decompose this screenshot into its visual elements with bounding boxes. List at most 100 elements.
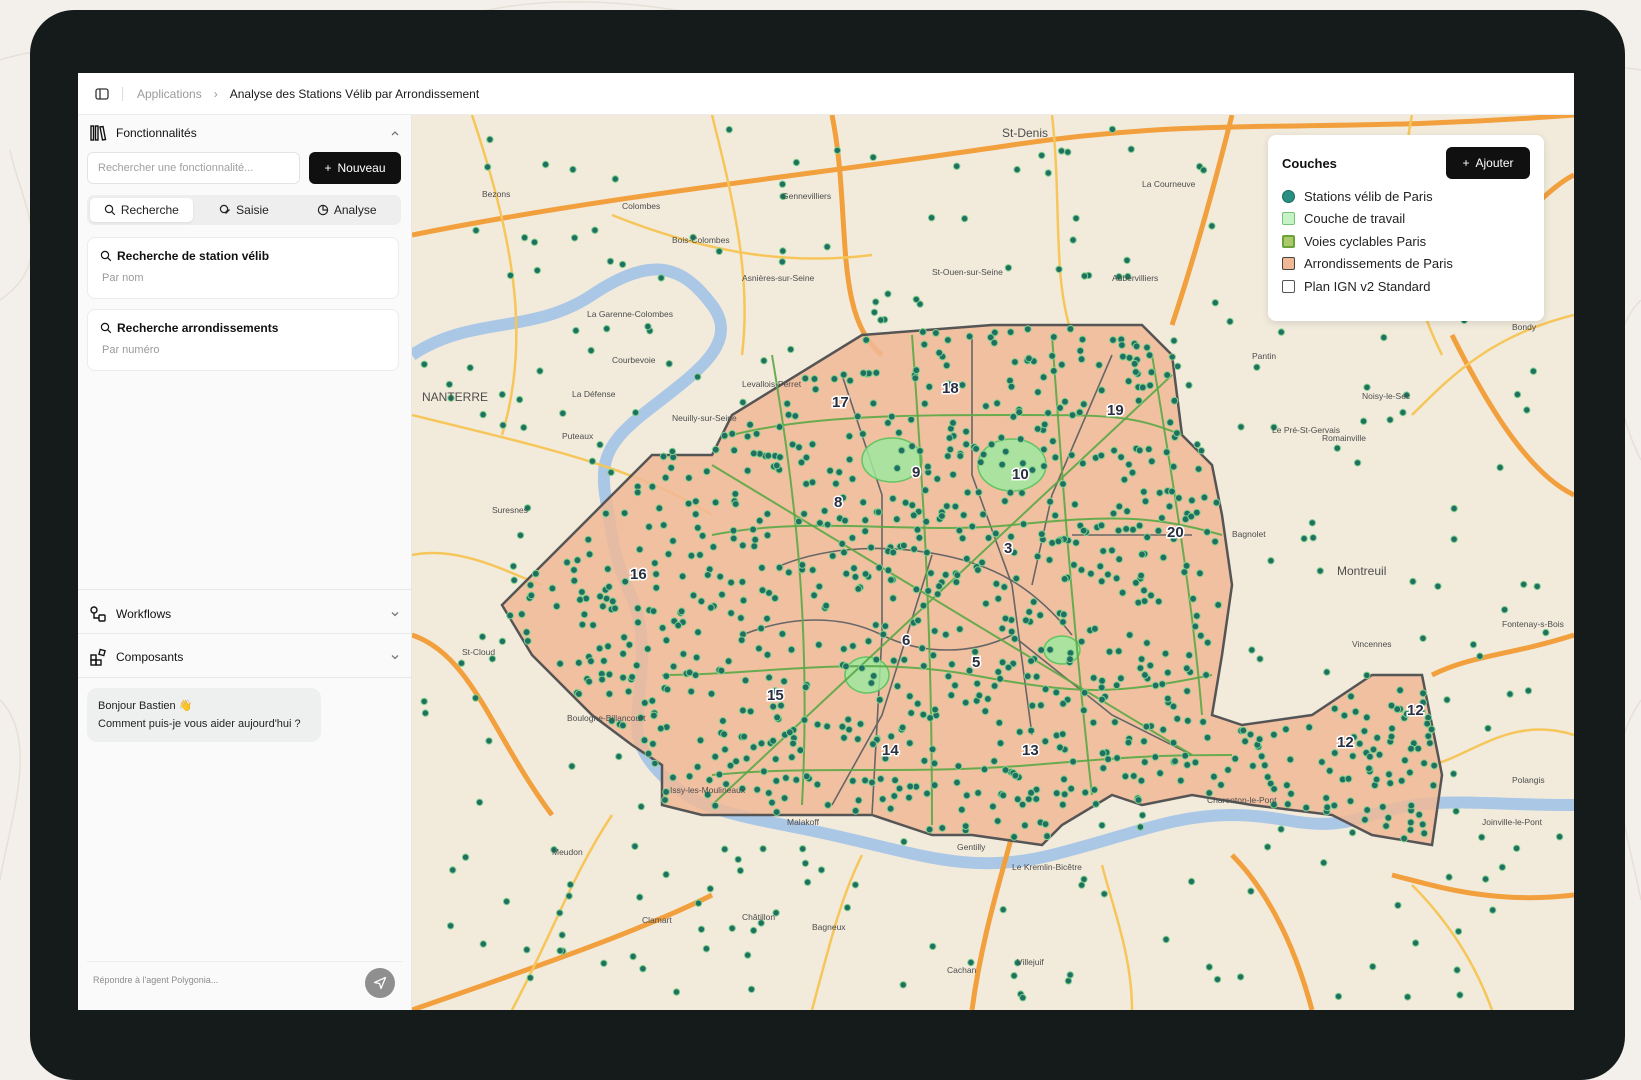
velib-station-marker[interactable] <box>1263 773 1272 781</box>
velib-station-marker[interactable] <box>1144 445 1153 454</box>
velib-station-marker[interactable] <box>559 409 567 417</box>
velib-station-marker[interactable] <box>1387 732 1396 741</box>
velib-station-marker[interactable] <box>1176 776 1185 785</box>
velib-station-marker[interactable] <box>1407 744 1415 753</box>
velib-station-marker[interactable] <box>930 759 939 768</box>
velib-station-marker[interactable] <box>574 658 583 667</box>
velib-station-marker[interactable] <box>859 369 868 378</box>
velib-station-marker[interactable] <box>1196 569 1204 578</box>
velib-station-marker[interactable] <box>802 772 811 781</box>
velib-station-marker[interactable] <box>919 710 928 719</box>
velib-station-marker[interactable] <box>734 855 742 864</box>
velib-station-marker[interactable] <box>982 599 990 608</box>
velib-station-marker[interactable] <box>811 385 820 394</box>
velib-station-marker[interactable] <box>1158 514 1166 522</box>
velib-station-marker[interactable] <box>958 534 967 543</box>
velib-station-marker[interactable] <box>1159 553 1168 562</box>
velib-station-marker[interactable] <box>788 440 797 449</box>
velib-station-marker[interactable] <box>760 767 768 776</box>
velib-station-marker[interactable] <box>1348 828 1357 837</box>
velib-station-marker[interactable] <box>1027 726 1036 735</box>
feature-card-station-search[interactable]: Recherche de station vélib Par nom <box>87 237 399 299</box>
velib-station-marker[interactable] <box>845 455 854 464</box>
velib-station-marker[interactable] <box>1203 528 1211 536</box>
velib-station-marker[interactable] <box>1011 771 1020 780</box>
velib-station-marker[interactable] <box>1330 704 1339 713</box>
velib-station-marker[interactable] <box>1375 750 1384 759</box>
velib-station-marker[interactable] <box>913 699 922 708</box>
velib-station-marker[interactable] <box>502 897 511 906</box>
velib-station-marker[interactable] <box>952 578 961 587</box>
velib-station-marker[interactable] <box>778 180 787 188</box>
velib-station-marker[interactable] <box>536 367 544 375</box>
velib-station-marker[interactable] <box>648 696 657 705</box>
velib-station-marker[interactable] <box>823 520 832 529</box>
velib-station-marker[interactable] <box>1028 466 1037 474</box>
velib-station-marker[interactable] <box>1308 519 1316 527</box>
velib-station-marker[interactable] <box>558 931 566 939</box>
velib-station-marker[interactable] <box>1007 627 1016 636</box>
velib-station-marker[interactable] <box>1108 546 1116 555</box>
velib-station-marker[interactable] <box>678 572 687 581</box>
velib-station-marker[interactable] <box>603 325 611 333</box>
velib-station-marker[interactable] <box>1191 758 1200 767</box>
velib-station-marker[interactable] <box>1373 733 1382 742</box>
velib-station-marker[interactable] <box>645 522 653 531</box>
velib-station-marker[interactable] <box>606 257 615 266</box>
velib-station-marker[interactable] <box>575 690 583 698</box>
velib-station-marker[interactable] <box>1224 766 1232 774</box>
velib-station-marker[interactable] <box>817 866 826 874</box>
velib-station-marker[interactable] <box>709 543 718 551</box>
velib-station-marker[interactable] <box>1359 417 1368 425</box>
velib-station-marker[interactable] <box>1173 714 1182 723</box>
velib-station-marker[interactable] <box>1040 445 1048 454</box>
feature-card-arrondissement-search[interactable]: Recherche arrondissements Par numéro <box>87 309 399 371</box>
velib-station-marker[interactable] <box>1420 759 1428 768</box>
velib-station-marker[interactable] <box>958 381 967 389</box>
velib-station-marker[interactable] <box>696 736 705 745</box>
velib-station-marker[interactable] <box>1114 647 1123 656</box>
velib-station-marker[interactable] <box>1057 147 1066 155</box>
velib-station-marker[interactable] <box>1125 460 1133 469</box>
velib-station-marker[interactable] <box>1140 597 1149 606</box>
velib-station-marker[interactable] <box>498 637 507 645</box>
velib-station-marker[interactable] <box>763 531 772 540</box>
velib-station-marker[interactable] <box>813 780 822 789</box>
velib-station-marker[interactable] <box>1143 533 1152 542</box>
velib-station-marker[interactable] <box>711 445 720 454</box>
velib-station-marker[interactable] <box>830 375 839 383</box>
velib-station-marker[interactable] <box>1183 761 1192 769</box>
velib-station-marker[interactable] <box>1089 674 1098 682</box>
velib-station-marker[interactable] <box>779 247 787 255</box>
velib-station-marker[interactable] <box>1006 328 1015 337</box>
velib-station-marker[interactable] <box>918 644 927 653</box>
velib-station-marker[interactable] <box>1138 383 1147 392</box>
velib-station-marker[interactable] <box>618 260 627 269</box>
velib-station-marker[interactable] <box>611 175 620 183</box>
velib-station-marker[interactable] <box>1125 631 1134 639</box>
velib-station-marker[interactable] <box>1136 664 1145 672</box>
velib-station-marker[interactable] <box>930 627 939 635</box>
velib-station-marker[interactable] <box>816 519 824 527</box>
velib-station-marker[interactable] <box>1287 789 1295 798</box>
velib-station-marker[interactable] <box>520 423 528 432</box>
breadcrumb-root[interactable]: Applications <box>137 87 202 101</box>
velib-station-marker[interactable] <box>769 702 778 711</box>
velib-station-marker[interactable] <box>1123 256 1131 265</box>
velib-station-marker[interactable] <box>707 603 715 612</box>
velib-station-marker[interactable] <box>1305 723 1314 732</box>
velib-station-marker[interactable] <box>1386 779 1395 788</box>
velib-station-marker[interactable] <box>1018 489 1026 497</box>
velib-station-marker[interactable] <box>924 587 933 595</box>
velib-station-marker[interactable] <box>945 434 954 442</box>
velib-station-marker[interactable] <box>1169 462 1178 471</box>
velib-station-marker[interactable] <box>841 516 849 525</box>
velib-station-marker[interactable] <box>1069 757 1077 766</box>
velib-station-marker[interactable] <box>1051 453 1060 462</box>
velib-station-marker[interactable] <box>780 794 789 802</box>
velib-station-marker[interactable] <box>1052 688 1061 697</box>
tab-analyse[interactable]: Analyse <box>295 198 398 222</box>
velib-station-marker[interactable] <box>835 468 844 477</box>
velib-station-marker[interactable] <box>694 628 702 637</box>
velib-station-marker[interactable] <box>711 752 720 761</box>
